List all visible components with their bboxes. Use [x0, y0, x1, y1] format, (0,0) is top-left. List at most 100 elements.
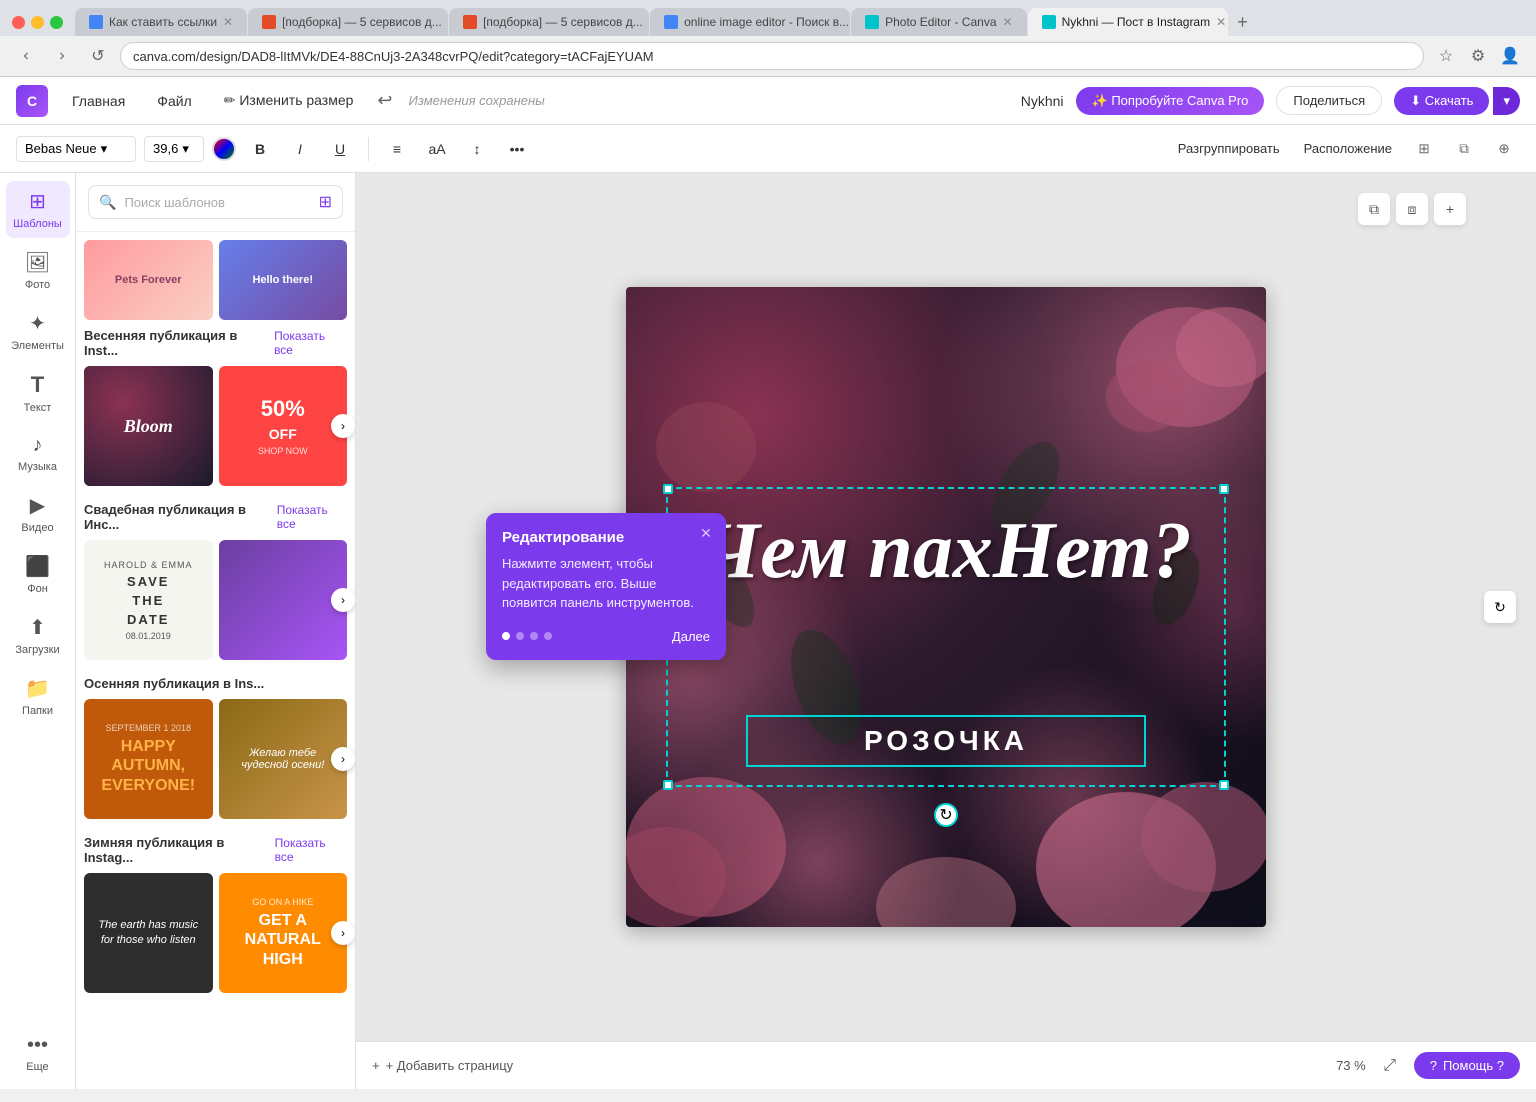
align-btn[interactable]: ≡: [381, 133, 413, 165]
add-page-btn-top[interactable]: +: [1434, 193, 1466, 225]
editing-tooltip: ✕ Редактирование Нажмите элемент, чтобы …: [486, 513, 726, 660]
rotate-handle[interactable]: ↻: [934, 803, 958, 827]
add-page-label: + Добавить страницу: [386, 1058, 514, 1073]
layers-icon-btn[interactable]: ⧉: [1448, 133, 1480, 165]
text-color-btn[interactable]: [212, 137, 236, 161]
section-spring-show-all[interactable]: Показать все: [274, 329, 347, 357]
more-toolbar-btn[interactable]: ⊕: [1488, 133, 1520, 165]
canvas-main-text[interactable]: Чем пахНет?: [676, 507, 1216, 595]
browser-tab-2[interactable]: [подборка] — 5 сервисов д... ✕: [248, 8, 448, 36]
fullscreen-btn[interactable]: ⤢: [1378, 1054, 1402, 1078]
italic-btn[interactable]: I: [284, 133, 316, 165]
sidebar-item-more[interactable]: ••• Еще: [6, 1026, 70, 1081]
section-wedding-show-all[interactable]: Показать все: [277, 503, 347, 531]
search-box[interactable]: 🔍 ⊞: [88, 185, 343, 219]
background-icon: ⬛: [25, 554, 50, 579]
spacing-btn[interactable]: ↕: [461, 133, 493, 165]
new-tab-btn[interactable]: +: [1229, 8, 1257, 36]
tooltip-close-btn[interactable]: ✕: [696, 523, 716, 543]
sidebar-item-elements[interactable]: ✦ Элементы: [6, 303, 70, 360]
sidebar-item-video[interactable]: ▶ Видео: [6, 485, 70, 542]
menu-home[interactable]: Главная: [64, 89, 133, 113]
browser-tab-3[interactable]: [подборка] — 5 сервисов д... ✕: [449, 8, 649, 36]
try-pro-btn[interactable]: ✨ Попробуйте Canva Pro: [1076, 87, 1265, 115]
template-card-winter-1[interactable]: The earth has music for those who listen: [84, 873, 213, 993]
extensions-btn[interactable]: ⚙: [1464, 42, 1492, 70]
filter-icon[interactable]: ⊞: [319, 192, 332, 212]
menu-file[interactable]: Файл: [149, 89, 199, 113]
text-case-btn[interactable]: aA: [421, 133, 453, 165]
grid-icon-btn[interactable]: ⊞: [1408, 133, 1440, 165]
template-card-winter-2[interactable]: GO ON A HIKE GET A NATURAL HIGH: [219, 873, 348, 993]
duplicate-page-btn[interactable]: ⧈: [1396, 193, 1428, 225]
account-btn[interactable]: 👤: [1496, 42, 1524, 70]
copy-page-btn[interactable]: ⧉: [1358, 193, 1390, 225]
help-label: Помощь ?: [1443, 1058, 1504, 1073]
music-label: Музыка: [18, 461, 57, 473]
font-size-select[interactable]: 39,6 ▾: [144, 136, 204, 162]
template-card-spring-1[interactable]: Bloom: [84, 366, 213, 486]
tab-close-1[interactable]: ✕: [223, 15, 233, 29]
sidebar-item-templates[interactable]: ⊞ Шаблоны: [6, 181, 70, 238]
share-btn[interactable]: Поделиться: [1276, 86, 1382, 115]
template-card-autumn-2[interactable]: Желаю тебе чудесной осени!: [219, 699, 348, 819]
section-autumn-header: Осенняя публикация в Ins...: [84, 676, 347, 691]
bookmark-btn[interactable]: ☆: [1432, 42, 1460, 70]
uploads-label: Загрузки: [15, 644, 59, 656]
template-card-top-2[interactable]: Hello there!: [219, 240, 348, 320]
add-page-btn[interactable]: + + Добавить страницу: [372, 1058, 513, 1073]
wedding-nav-btn[interactable]: ›: [331, 588, 355, 612]
minimize-window-btn[interactable]: [31, 16, 44, 29]
section-winter-show-all[interactable]: Показать все: [275, 836, 347, 864]
video-icon: ▶: [30, 493, 45, 518]
sidebar-item-uploads[interactable]: ⬆ Загрузки: [6, 607, 70, 664]
browser-tab-1[interactable]: Как ставить ссылки ✕: [75, 8, 247, 36]
template-card-wedding-2[interactable]: [219, 540, 348, 660]
menu-resize[interactable]: ✏ Изменить размер: [216, 88, 362, 113]
browser-tab-6[interactable]: Nykhni — Пост в Instagram ✕: [1028, 8, 1228, 36]
autumn-nav-btn[interactable]: ›: [331, 747, 355, 771]
help-btn[interactable]: ? Помощь ?: [1414, 1052, 1520, 1079]
sidebar-item-text[interactable]: T Текст: [6, 364, 70, 422]
tab-label-1: Как ставить ссылки: [109, 15, 217, 29]
underline-btn[interactable]: U: [324, 133, 356, 165]
zoom-level[interactable]: 73 %: [1336, 1058, 1366, 1073]
close-window-btn[interactable]: [12, 16, 25, 29]
sidebar-item-music[interactable]: ♪ Музыка: [6, 426, 70, 481]
canvas-sub-text[interactable]: РОЗОЧКА: [746, 715, 1146, 767]
forward-btn[interactable]: ›: [48, 42, 76, 70]
browser-tab-5[interactable]: Photo Editor - Canva ✕: [851, 8, 1026, 36]
more-options-btn[interactable]: •••: [501, 133, 533, 165]
tab-close-5[interactable]: ✕: [1003, 15, 1013, 29]
font-family-select[interactable]: Bebas Neue ▾: [16, 136, 136, 162]
template-card-top-1[interactable]: Pets Forever: [84, 240, 213, 320]
sidebar-item-photos[interactable]: 🖼 Фото: [6, 242, 70, 299]
template-card-wedding-1[interactable]: HAROLD & EMMA SAVE THE DATE 08.01.2019: [84, 540, 213, 660]
template-card-spring-2[interactable]: 50% OFF SHOP NOW: [219, 366, 348, 486]
reload-btn[interactable]: ↺: [84, 42, 112, 70]
template-card-autumn-1[interactable]: SEPTEMBER 1 2018 HAPPY AUTUMN, EVERYONE!: [84, 699, 213, 819]
download-arrow-btn[interactable]: ▾: [1493, 87, 1520, 115]
maximize-window-btn[interactable]: [50, 16, 63, 29]
refresh-canvas-btn[interactable]: ↻: [1484, 591, 1516, 623]
download-btn[interactable]: ⬇ Скачать: [1394, 87, 1489, 115]
spring-nav-btn[interactable]: ›: [331, 414, 355, 438]
undo-btn[interactable]: ↩: [377, 90, 392, 111]
search-input[interactable]: [124, 195, 310, 210]
bold-btn[interactable]: B: [244, 133, 276, 165]
browser-tab-4[interactable]: online image editor - Поиск в... ✕: [650, 8, 850, 36]
sidebar-item-background[interactable]: ⬛ Фон: [6, 546, 70, 603]
ungroup-btn[interactable]: Разгруппировать: [1170, 137, 1288, 160]
tooltip-next-btn[interactable]: Далее: [672, 629, 710, 644]
winter-nav-btn[interactable]: ›: [331, 921, 355, 945]
tab-close-6[interactable]: ✕: [1216, 15, 1226, 29]
section-spring-title: Весенняя публикация в Inst...: [84, 328, 274, 358]
more-label: Еще: [26, 1061, 48, 1073]
arrange-btn[interactable]: Расположение: [1296, 137, 1400, 160]
canva-app: C Главная Файл ✏ Изменить размер ↩ Измен…: [0, 77, 1536, 1089]
sidebar-item-folders[interactable]: 📁 Папки: [6, 668, 70, 725]
address-bar[interactable]: canva.com/design/DAD8-lItMVk/DE4-88CnUj3…: [120, 42, 1424, 70]
back-btn[interactable]: ‹: [12, 42, 40, 70]
video-label: Видео: [21, 522, 53, 534]
font-size-dropdown-icon: ▾: [182, 141, 189, 157]
